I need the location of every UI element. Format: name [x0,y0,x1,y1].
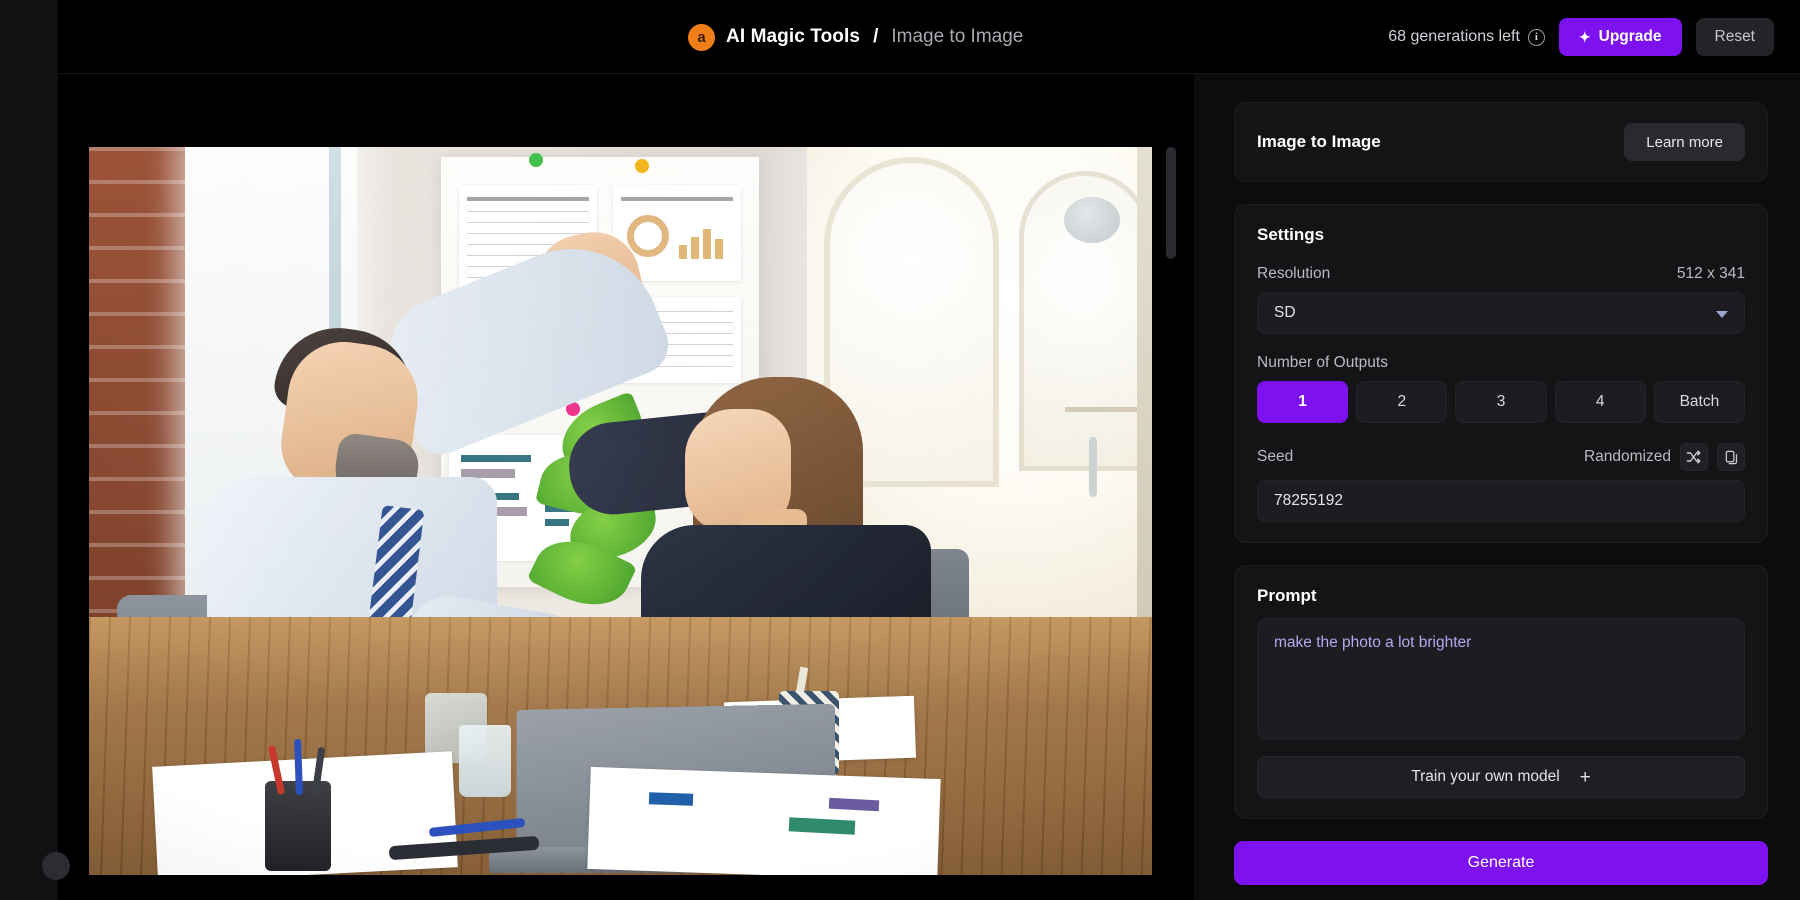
outputs-option-3[interactable]: 3 [1455,381,1547,423]
app-root: a AI Magic Tools / Image to Image 68 gen… [0,0,1800,900]
info-glyph: i [1534,31,1538,43]
photo-right-frame [1137,147,1152,667]
generations-left-label: 68 generations left [1388,28,1520,45]
quality-select[interactable]: SD [1257,292,1745,334]
photo-brick-column [89,147,185,617]
photo-pin-green [529,153,543,167]
outputs-option-1[interactable]: 1 [1257,381,1349,423]
quality-select-value: SD [1274,304,1296,321]
photo-desk-chart-blue [648,792,694,806]
app-title[interactable]: AI Magic Tools [726,26,860,48]
photo-pin-yellow [635,159,649,173]
breadcrumb-current: Image to Image [891,26,1024,47]
photo-door-handle [1089,437,1097,497]
prompt-input[interactable]: make the photo a lot brighter [1257,618,1745,740]
logo-letter: a [697,28,706,46]
panel-title: Image to Image [1257,132,1381,151]
seed-row: Seed Randomized [1257,443,1745,471]
resolution-label: Resolution [1257,265,1331,282]
outputs-option-batch[interactable]: Batch [1653,381,1746,423]
left-rail [0,0,58,900]
reset-button[interactable]: Reset [1695,18,1774,56]
top-header: a AI Magic Tools / Image to Image 68 gen… [58,0,1800,74]
plus-icon: + [1579,766,1591,788]
upgrade-button[interactable]: ✦ Upgrade [1558,18,1682,56]
canvas-area [58,74,1194,900]
seed-input-value: 78255192 [1274,492,1343,509]
outputs-label: Number of Outputs [1257,354,1388,371]
photo-water-glass [459,725,511,797]
clipboard-copy-icon[interactable] [1717,443,1745,471]
learn-more-button[interactable]: Learn more [1624,123,1745,161]
info-icon[interactable]: i [1527,28,1545,46]
image-canvas[interactable] [89,147,1152,875]
generations-left: 68 generations left i [1388,28,1545,46]
orange-circle-logo-icon: a [688,23,715,51]
resolution-value: 512 x 341 [1676,265,1745,282]
train-own-model-label: Train your own model [1411,768,1560,785]
breadcrumb-separator: / [873,26,879,47]
seed-input[interactable]: 78255192 [1257,480,1745,522]
settings-card: Settings Resolution 512 x 341 SD Number … [1234,204,1768,543]
outputs-segmented-control: 1 2 3 4 Batch [1257,381,1746,423]
header-actions: 68 generations left i ✦ Upgrade Reset [1388,0,1774,74]
outputs-option-4[interactable]: 4 [1554,381,1646,423]
chevron-down-icon [1716,311,1728,318]
generate-button[interactable]: Generate [1234,841,1768,885]
resolution-row: Resolution 512 x 341 [1257,265,1745,283]
prompt-card: Prompt make the photo a lot brighter Tra… [1234,565,1768,819]
sparkle-icon: ✦ [1578,29,1591,45]
shuffle-icon[interactable] [1680,443,1708,471]
source-photo[interactable] [89,147,1152,875]
canvas-toolbar [58,74,1194,134]
outputs-option-2[interactable]: 2 [1356,381,1448,423]
vertical-scrollbar-thumb[interactable] [1166,147,1176,259]
breadcrumb: a AI Magic Tools / Image to Image [688,0,1023,74]
prompt-title: Prompt [1257,586,1317,605]
settings-title: Settings [1257,225,1325,244]
outputs-row: Number of Outputs [1257,354,1745,372]
canvas-scrollbar[interactable] [1166,147,1176,875]
sidebar-collapse-handle-icon[interactable] [42,852,70,880]
upgrade-button-label: Upgrade [1598,28,1662,45]
photo-ceiling-lamp [1064,197,1120,243]
train-own-model-button[interactable]: Train your own model + [1257,756,1745,798]
tool-header-card: Image to Image Learn more [1234,102,1768,182]
seed-mode-label: Randomized [1583,448,1671,465]
settings-sidebar: Image to Image Learn more Settings Resol… [1194,74,1800,900]
seed-label: Seed [1257,448,1294,465]
photo-paper-2 [587,766,941,875]
